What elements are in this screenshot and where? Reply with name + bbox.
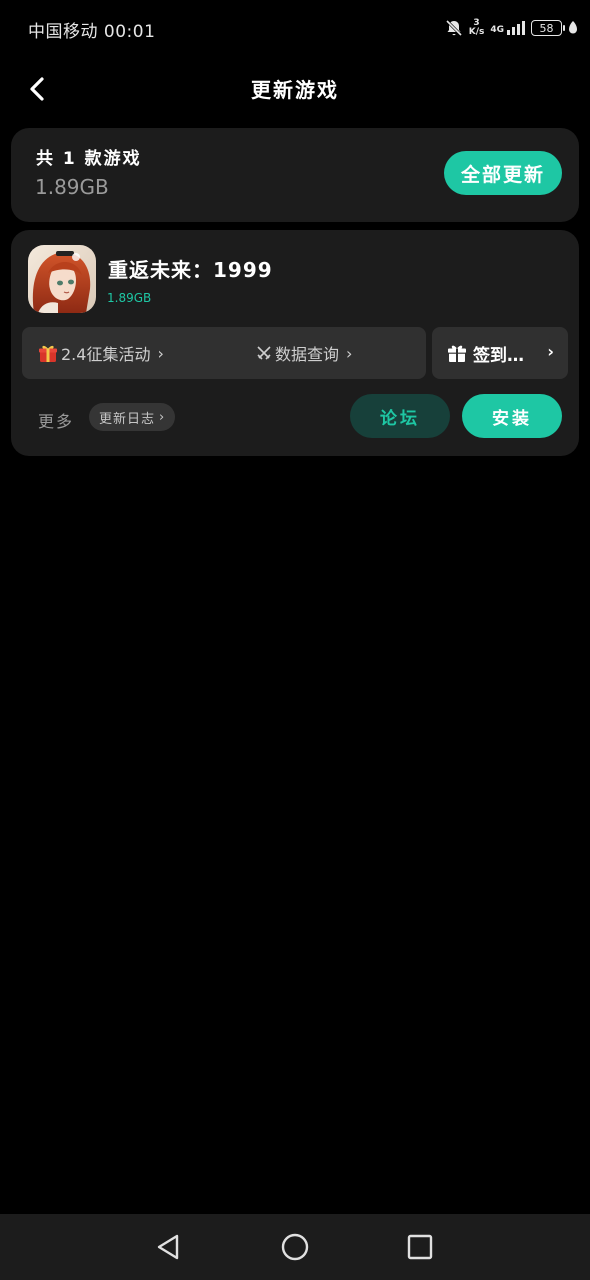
leaf-icon xyxy=(569,21,577,34)
signal-icon: 4G xyxy=(490,21,525,35)
update-all-button[interactable]: 全部更新 xyxy=(444,151,562,195)
promo-bar: 2.4征集活动 › 数据查询 › xyxy=(22,327,426,379)
battery-level: 58 xyxy=(539,21,554,35)
game-size: 1.89GB xyxy=(107,291,152,305)
game-count: 共 1 款游戏 xyxy=(36,149,142,169)
nav-home-button[interactable] xyxy=(277,1229,313,1265)
gift-icon xyxy=(448,345,466,362)
crossed-swords-icon xyxy=(257,346,271,360)
promo-event-link[interactable]: 2.4征集活动 › xyxy=(38,327,164,379)
header: 更新游戏 xyxy=(0,62,590,116)
triangle-back-icon xyxy=(157,1234,179,1260)
checkin-label: 签到… xyxy=(473,345,524,366)
carrier-time: 中国移动 00:01 xyxy=(28,22,156,42)
summary-card: 共 1 款游戏 1.89GB 全部更新 xyxy=(11,128,579,222)
promo-data-query-label: 数据查询 xyxy=(275,345,340,364)
nav-back-button[interactable] xyxy=(150,1229,186,1265)
chevron-right-icon: › xyxy=(346,343,353,363)
more-label: 更多 xyxy=(38,412,75,431)
total-size: 1.89GB xyxy=(35,175,109,199)
chevron-right-icon: › xyxy=(157,343,164,363)
speed-unit: K/s xyxy=(468,27,485,37)
game-name: 重返未来：1999 xyxy=(108,258,273,282)
system-nav-bar xyxy=(0,1214,590,1280)
checkin-button[interactable]: 签到… › xyxy=(432,327,568,379)
status-bar: 中国移动 00:01 3 K/s 4G 58 xyxy=(0,0,590,56)
battery-icon: 58 xyxy=(531,20,565,36)
changelog-button[interactable]: 更新日志 › xyxy=(89,403,176,431)
page-title: 更新游戏 xyxy=(251,78,339,102)
circle-home-icon xyxy=(281,1233,309,1261)
network-type: 4G xyxy=(490,25,504,35)
network-speed: 3 K/s xyxy=(469,19,485,37)
gift-box-icon xyxy=(39,345,57,362)
changelog-label: 更新日志 xyxy=(99,411,156,427)
install-button[interactable]: 安装 xyxy=(462,394,562,438)
game-artwork xyxy=(28,245,96,313)
chevron-right-icon: › xyxy=(159,409,166,425)
forum-button[interactable]: 论坛 xyxy=(350,394,450,438)
game-icon[interactable] xyxy=(28,245,96,313)
nav-recents-button[interactable] xyxy=(402,1229,438,1265)
promo-data-query-link[interactable]: 数据查询 › xyxy=(256,327,352,379)
promo-event-label: 2.4征集活动 xyxy=(61,345,151,364)
bell-muted-icon xyxy=(445,19,462,37)
status-icons: 3 K/s 4G 58 xyxy=(445,16,578,40)
square-recents-icon xyxy=(407,1234,433,1260)
game-card: 重返未来：1999 1.89GB 2.4征集活动 › 数据查询 › 签到… › … xyxy=(11,230,579,456)
chevron-right-icon: › xyxy=(547,342,554,361)
